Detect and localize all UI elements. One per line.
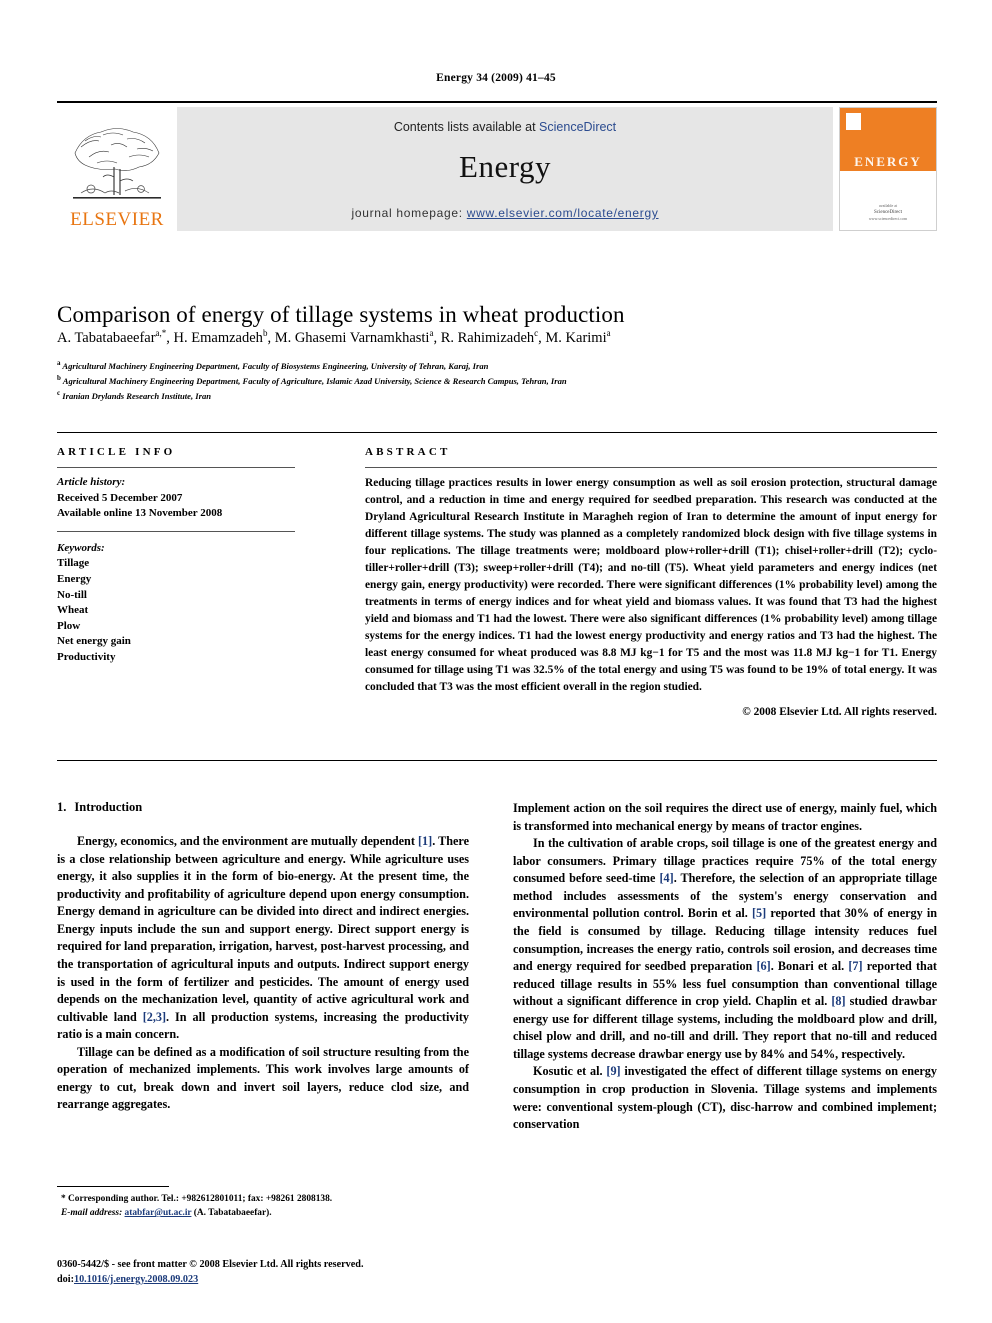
abstract-column: ABSTRACT Reducing tillage practices resu… bbox=[365, 446, 937, 718]
affiliation-a: a Agricultural Machinery Engineering Dep… bbox=[57, 359, 489, 371]
article-received-date: Received 5 December 2007 bbox=[57, 491, 183, 504]
cover-subtitle: The International Journal bbox=[866, 188, 910, 193]
citation-ref[interactable]: [2,3] bbox=[143, 1010, 166, 1024]
doi-link[interactable]: 10.1016/j.energy.2008.09.023 bbox=[74, 1274, 198, 1285]
elsevier-wordmark: ELSEVIER bbox=[70, 209, 164, 230]
paragraph: Tillage can be defined as a modification… bbox=[57, 1044, 469, 1112]
article-history-block: Article history: Received 5 December 200… bbox=[57, 475, 297, 522]
affiliation-list: a Agricultural Machinery Engineering Dep… bbox=[57, 358, 937, 403]
keyword-item: Energy bbox=[57, 573, 92, 586]
cover-badge-icon bbox=[846, 113, 861, 130]
abstract-text: Reducing tillage practices results in lo… bbox=[365, 477, 937, 693]
cover-footer: available at ScienceDirect www.sciencedi… bbox=[840, 203, 936, 223]
email-owner: (A. Tabatabaeefar). bbox=[193, 1208, 272, 1219]
doi-label: doi: bbox=[57, 1273, 74, 1285]
citation-ref[interactable]: [5] bbox=[752, 906, 766, 920]
abstract-copyright: © 2008 Elsevier Ltd. All rights reserved… bbox=[742, 705, 937, 718]
article-info-heading: ARTICLE INFO bbox=[57, 446, 176, 458]
running-head: Energy 34 (2009) 41–45 bbox=[436, 72, 556, 84]
keyword-item: Wheat bbox=[57, 604, 89, 617]
affiliation-c-text: Iranian Drylands Research Institute, Ira… bbox=[62, 390, 212, 401]
issn-front-matter: 0360-5442/$ - see front matter © 2008 El… bbox=[57, 1259, 364, 1270]
email-note: E-mail address: atabfar@ut.ac.ir (A. Tab… bbox=[57, 1206, 469, 1220]
cover-footer-link: ScienceDirect bbox=[873, 209, 903, 215]
paragraph: Implement action on the soil requires th… bbox=[513, 801, 937, 833]
paragraph: Kosutic et al. [9] investigated the effe… bbox=[513, 1064, 937, 1132]
article-info-rule-top bbox=[57, 467, 295, 468]
abstract-heading: ABSTRACT bbox=[365, 446, 451, 458]
affiliation-b-text: Agricultural Machinery Engineering Depar… bbox=[62, 375, 567, 386]
article-info-column: ARTICLE INFO Article history: Received 5… bbox=[57, 446, 297, 666]
journal-title: Energy bbox=[459, 149, 551, 184]
section-title: Introduction bbox=[74, 800, 143, 814]
journal-cover-thumbnail: ENERGY The International Journal availab… bbox=[839, 107, 937, 231]
author-list: A. Tabatabaeefara,*, H. Emamzadehb, M. G… bbox=[57, 327, 937, 348]
journal-homepage-label: journal homepage: bbox=[351, 206, 467, 220]
article-info-rule-bottom bbox=[57, 530, 295, 532]
elsevier-tree-icon bbox=[73, 127, 161, 199]
corresponding-author-note: * Corresponding author. Tel.: +982612801… bbox=[61, 1194, 333, 1204]
affiliation-a-text: Agricultural Machinery Engineering Depar… bbox=[62, 360, 489, 371]
contents-lists-prefix: Contents lists available at bbox=[393, 120, 540, 134]
doi-line: doi:10.1016/j.energy.2008.09.023 bbox=[57, 1273, 517, 1288]
imprint-block: 0360-5442/$ - see front matter © 2008 El… bbox=[57, 1258, 517, 1288]
sciencedirect-link[interactable]: ScienceDirect bbox=[539, 120, 616, 134]
citation-ref[interactable]: [8] bbox=[831, 994, 845, 1008]
journal-homepage-line: journal homepage: www.elsevier.com/locat… bbox=[177, 206, 833, 220]
info-band-bottom-rule bbox=[57, 760, 937, 761]
body-right-column: Implement action on the soil requires th… bbox=[513, 800, 937, 1134]
paragraph: In the cultivation of arable crops, soil… bbox=[513, 836, 937, 1061]
citation-ref[interactable]: [7] bbox=[848, 959, 862, 973]
footnote-rule bbox=[57, 1186, 169, 1187]
cover-title: ENERGY bbox=[854, 154, 922, 170]
citation-ref[interactable]: [6] bbox=[756, 959, 770, 973]
affiliation-b: b Agricultural Machinery Engineering Dep… bbox=[57, 373, 567, 386]
keyword-item: Productivity bbox=[57, 651, 116, 664]
keywords-block: Keywords: Tillage Energy No-till Wheat P… bbox=[57, 541, 297, 666]
elsevier-logo: ELSEVIER bbox=[57, 107, 177, 231]
article-available-online-date: Available online 13 November 2008 bbox=[57, 507, 223, 520]
author-email-link[interactable]: atabfar@ut.ac.ir bbox=[125, 1208, 192, 1218]
author-names: A. Tabatabaeefara,*, H. Emamzadehb, M. G… bbox=[57, 328, 611, 346]
abstract-rule bbox=[365, 467, 937, 468]
journal-homepage-link[interactable]: www.elsevier.com/locate/energy bbox=[467, 206, 659, 220]
section-number: 1. bbox=[57, 800, 67, 814]
citation-ref[interactable]: [4] bbox=[659, 871, 673, 885]
citation-ref[interactable]: [1] bbox=[418, 834, 432, 848]
keyword-item: No-till bbox=[57, 588, 87, 601]
email-address-label: E-mail address: bbox=[61, 1208, 123, 1219]
article-history-label: Article history: bbox=[57, 476, 126, 488]
masthead-center-panel: Contents lists available at ScienceDirec… bbox=[177, 107, 833, 231]
keyword-item: Plow bbox=[57, 619, 81, 632]
info-band-top-rule bbox=[57, 432, 937, 433]
keyword-item: Tillage bbox=[57, 557, 90, 570]
contents-lists-line: Contents lists available at ScienceDirec… bbox=[177, 120, 833, 134]
journal-article-page: Energy 34 (2009) 41–45 ELSEVIER Contents… bbox=[0, 0, 992, 1323]
footnote-area: * Corresponding author. Tel.: +982612801… bbox=[57, 1186, 469, 1220]
cover-footer-bottom: www.sciencedirect.com bbox=[868, 216, 908, 221]
keywords-label: Keywords: bbox=[57, 541, 105, 554]
section-heading-introduction: 1. Introduction bbox=[57, 800, 469, 815]
body-left-column: 1. Introduction Energy, economics, and th… bbox=[57, 800, 469, 1114]
keyword-item: Net energy gain bbox=[57, 635, 131, 648]
affiliation-c: c Iranian Drylands Research Institute, I… bbox=[57, 388, 212, 401]
paragraph: Energy, economics, and the environment a… bbox=[57, 834, 469, 1042]
citation-ref[interactable]: [9] bbox=[606, 1064, 620, 1078]
journal-masthead: ELSEVIER Contents lists available at Sci… bbox=[57, 101, 937, 231]
article-title: Comparison of energy of tillage systems … bbox=[57, 302, 625, 328]
